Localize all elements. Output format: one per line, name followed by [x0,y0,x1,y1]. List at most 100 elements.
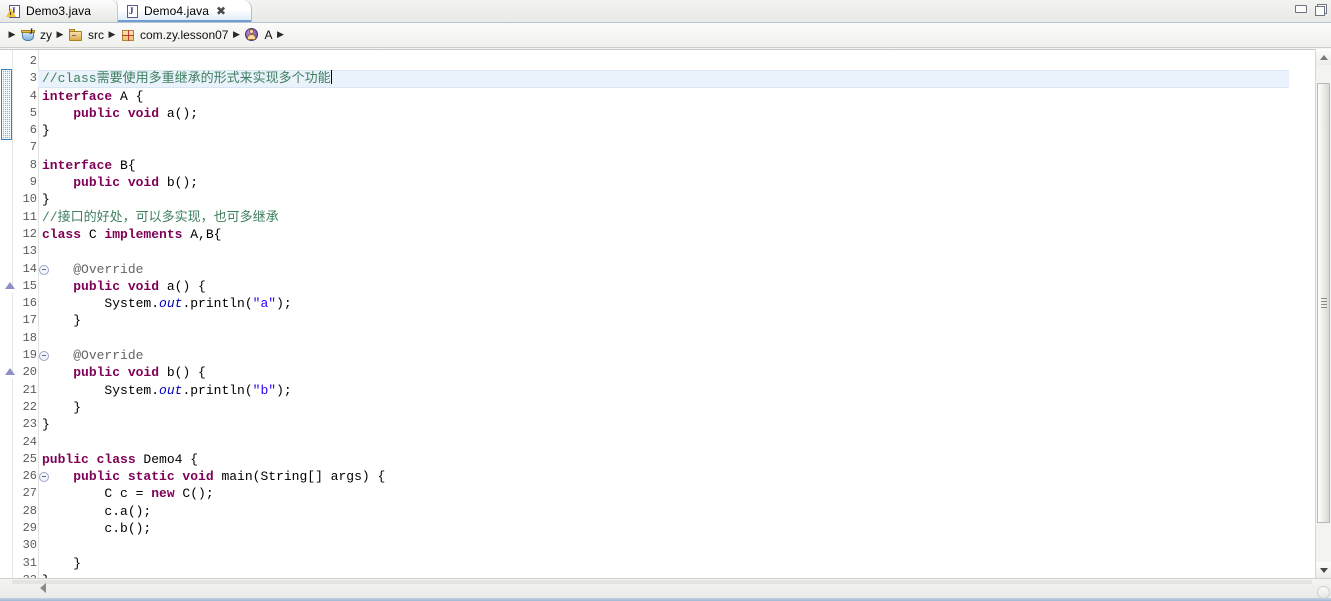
line-number: 16 [22,296,37,311]
breadcrumb-label: A [264,28,273,42]
code-line[interactable]: 26 public static void main(String[] args… [0,468,1289,485]
breadcrumb-label: zy [40,28,52,42]
code-line[interactable]: 3 //class需要使用多重继承的形式来实现多个功能 [0,70,1289,88]
java-file-icon: J [125,4,139,19]
source-folder-icon [68,27,84,43]
code-line[interactable]: 25 public class Demo4 { [0,451,1289,468]
code-text: } [42,313,82,329]
code-line[interactable]: 23} [0,416,1289,433]
vertical-scrollbar-thumb[interactable] [1317,83,1330,523]
code-text: public void a(); [73,105,199,121]
code-line[interactable]: 14 @Override [0,261,1289,278]
code-line[interactable]: 19 @Override [0,347,1289,364]
code-line[interactable]: 16 System.out.println("a"); [0,295,1289,312]
line-number: 12 [22,226,37,241]
close-icon[interactable]: ✖ [216,5,226,17]
code-text: } [42,399,82,415]
code-line[interactable]: 9 public void b(); [0,174,1289,191]
breadcrumb-label: src [88,28,104,42]
breadcrumb-item-type[interactable]: A [242,27,274,43]
code-text: } [42,192,50,208]
code-line[interactable]: 15 public void a() { [0,278,1289,295]
code-line[interactable]: 30 [0,537,1289,554]
line-number: 8 [29,157,37,172]
code-text: public class Demo4 { [42,451,199,467]
line-number: 14 [22,261,37,276]
breadcrumb-item-package[interactable]: com.zy.lesson07 [118,27,230,43]
line-number: 26 [22,469,37,484]
code-text: public void a() { [73,278,206,294]
code-text: interface A { [42,88,144,104]
code-text: //class需要使用多重继承的形式来实现多个功能 [42,70,332,87]
code-text: } [42,572,50,578]
line-number: 7 [29,140,37,155]
line-number: 10 [22,192,37,207]
restore-icon[interactable] [1314,3,1327,16]
line-number: 29 [22,521,37,536]
code-line[interactable]: 31 } [0,555,1289,572]
code-line[interactable]: 18 [0,330,1289,347]
horizontal-scrollbar-track[interactable] [12,580,1312,584]
code-text: //接口的好处，可以多实现，也可多继承 [42,209,279,225]
line-number: 18 [22,330,37,345]
code-line[interactable]: 6} [0,122,1289,139]
code-text: System.out.println("a"); [42,296,292,312]
code-line[interactable]: 5 public void a(); [0,105,1289,122]
code-line[interactable]: 17 } [0,312,1289,329]
code-text: } [42,123,50,139]
code-text: } [42,555,82,571]
line-number: 5 [29,105,37,120]
code-line[interactable]: 29 c.b(); [0,520,1289,537]
editor-tab-demo4[interactable]: J Demo4.java ✖ [118,0,252,22]
code-line[interactable]: 4 interface A { [0,88,1289,105]
editor-tab-label: Demo3.java [26,4,92,18]
package-icon [120,27,136,43]
java-project-icon: J [20,27,36,43]
line-number: 23 [22,417,37,432]
code-lines: 2 3//class需要使用多重继承的形式来实现多个功能 4 interface A … [0,53,1289,578]
code-text: c.a(); [42,503,152,519]
code-text-area[interactable]: 2 3//class需要使用多重继承的形式来实现多个功能 4 interface A … [0,50,1289,578]
code-line[interactable]: 28 c.a(); [0,503,1289,520]
breadcrumb: ▶ J zy ▶ src ▶ com.zy.lesson07 ▶ A ▶ [0,23,1331,48]
window-controls [1294,3,1327,16]
code-text: @Override [73,261,144,277]
breadcrumb-item-project[interactable]: J zy [18,27,54,43]
editor-tab-demo3[interactable]: J Demo3.java [0,0,118,22]
code-text: @Override [73,348,144,364]
code-line[interactable]: 10} [0,191,1289,208]
vertical-scrollbar[interactable] [1315,49,1331,578]
code-line[interactable]: 24 [0,434,1289,451]
code-line[interactable]: 7 [0,139,1289,156]
editor-tab-bar: J Demo3.java J Demo4.java ✖ [0,0,1331,23]
code-line[interactable]: 20 public void b() { [0,364,1289,381]
line-number: 31 [22,555,37,570]
line-number: 3 [29,71,37,86]
line-number: 28 [22,503,37,518]
code-editor[interactable]: 2 3//class需要使用多重继承的形式来实现多个功能 4 interface A … [0,49,1331,578]
code-line[interactable]: 2 [0,53,1289,70]
line-number: 11 [22,209,37,224]
code-text: interface B{ [42,157,136,173]
scroll-up-icon[interactable] [1316,49,1331,65]
line-number: 13 [22,244,37,259]
code-line[interactable]: 8 interface B{ [0,157,1289,174]
code-line[interactable]: 11 //接口的好处，可以多实现，也可多继承 [0,209,1289,226]
code-line[interactable]: 27 C c = new C(); [0,485,1289,502]
scroll-left-icon[interactable] [40,583,46,593]
interface-icon [244,27,260,43]
code-line[interactable]: 13 [0,243,1289,260]
line-number: 2 [29,54,37,68]
chevron-right-icon: ▶ [277,30,284,40]
code-line[interactable]: 22 } [0,399,1289,416]
scroll-down-icon[interactable] [1316,562,1331,578]
editor-tab-label: Demo4.java [144,4,210,18]
chevron-right-icon: ▶ [233,30,240,40]
minimize-icon[interactable] [1294,3,1307,15]
code-line[interactable]: 21 System.out.println("b"); [0,382,1289,399]
line-number: 22 [22,399,37,414]
eclipse-editor-window: J Demo3.java J Demo4.java ✖ ▶ J zy ▶ src… [0,0,1331,601]
code-line[interactable]: 12 class C implements A,B{ [0,226,1289,243]
code-text: c.b(); [42,521,152,537]
breadcrumb-item-src[interactable]: src [66,27,106,43]
